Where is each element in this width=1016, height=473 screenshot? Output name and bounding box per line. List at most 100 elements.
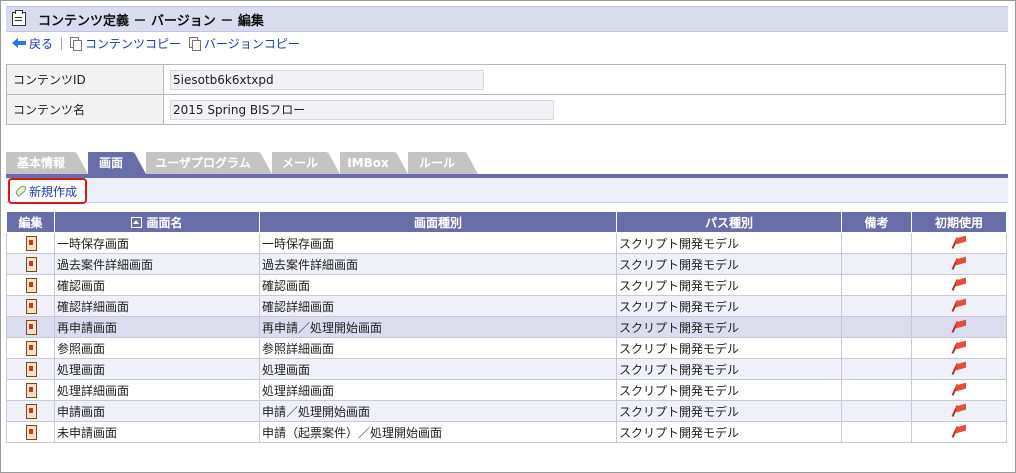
content-copy-label: コンテンツコピー [85,36,182,51]
page-title: コンテンツ定義 － バージョン － 編集 [38,13,264,29]
initial-use-cell [911,400,1007,422]
edit-cell[interactable] [6,253,55,275]
screen-name-cell: 処理画面 [54,358,260,380]
flag-icon [952,299,968,313]
screen-name-cell: 参照画面 [54,337,260,359]
edit-icon[interactable] [26,277,37,293]
screen-type-cell: 処理詳細画面 [259,379,617,401]
screen-type-cell: 参照詳細画面 [259,337,617,359]
flag-icon [952,425,968,439]
tab-imbox[interactable]: IMBox [340,152,408,174]
initial-use-cell [911,316,1007,338]
version-copy-link[interactable]: バージョンコピー [189,35,300,52]
screen-type-cell: 確認詳細画面 [259,295,617,317]
screen-type-cell: 再申請／処理開始画面 [259,316,617,338]
screen-type-cell: 申請（起票案件）／処理開始画面 [259,421,617,443]
title-bar: コンテンツ定義 － バージョン － 編集 [6,6,1008,32]
back-label: 戻る [29,36,54,51]
edit-cell[interactable] [6,421,55,443]
note-cell [841,295,912,317]
tab-bar: 基本情報 画面 ユーザプログラム メール IMBox ルール [6,148,1008,178]
version-copy-label: バージョンコピー [204,36,300,51]
tab-user-program[interactable]: ユーザプログラム [146,152,272,174]
col-edit: 編集 [6,211,55,233]
note-cell [841,400,912,422]
content-info-table: コンテンツID 5iesotb6k6xtxpd コンテンツ名 2015 Spri… [6,64,1006,125]
table-row: 処理詳細画面 処理詳細画面 スクリプト開発モデル [6,379,1007,401]
path-type-cell: スクリプト開発モデル [616,316,842,338]
edit-icon[interactable] [26,340,37,356]
edit-icon[interactable] [26,424,37,440]
path-type-cell: スクリプト開発モデル [616,295,842,317]
col-initial-use[interactable]: 初期使用 [911,211,1007,233]
col-screen-type[interactable]: 画面種別 [259,211,617,233]
tab-rule[interactable]: ルール [408,152,478,174]
initial-use-cell [911,274,1007,296]
screen-name-cell: 再申請画面 [54,316,260,338]
edit-icon[interactable] [26,403,37,419]
toolbar: 戻る コンテンツコピー バージョンコピー [6,31,1008,55]
sort-asc-icon[interactable] [131,216,143,228]
content-copy-link[interactable]: コンテンツコピー [70,35,181,52]
new-create-label: 新規作成 [29,184,78,199]
content-id-label: コンテンツID [6,64,164,95]
initial-use-cell [911,232,1007,254]
table-row: 処理画面 処理画面 スクリプト開発モデル [6,358,1007,380]
edit-cell[interactable] [6,400,55,422]
initial-use-cell [911,337,1007,359]
tab-screen[interactable]: 画面 [88,152,146,174]
col-screen-name[interactable]: 画面名 [54,211,260,233]
tab-basic-info[interactable]: 基本情報 [6,152,88,174]
flag-icon [952,278,968,292]
edit-icon[interactable] [26,382,37,398]
table-row: 確認画面 確認画面 スクリプト開発モデル [6,274,1007,296]
path-type-cell: スクリプト開発モデル [616,400,842,422]
path-type-cell: スクリプト開発モデル [616,232,842,254]
col-path-type[interactable]: パス種別 [616,211,842,233]
back-arrow-icon [12,38,26,48]
screen-type-cell: 一時保存画面 [259,232,617,254]
content-name-cell: 2015 Spring BISフロー [163,94,1006,125]
initial-use-cell [911,358,1007,380]
copy-icon [70,36,83,51]
table-row: 未申請画面 申請（起票案件）／処理開始画面 スクリプト開発モデル [6,421,1007,443]
flag-icon [952,320,968,334]
edit-cell[interactable] [6,337,55,359]
path-type-cell: スクリプト開発モデル [616,379,842,401]
edit-cell[interactable] [6,316,55,338]
col-note[interactable]: 備考 [841,211,912,233]
edit-icon[interactable] [26,361,37,377]
content-name-label: コンテンツ名 [6,94,164,125]
table-row: 申請画面 申請／処理開始画面 スクリプト開発モデル [6,400,1007,422]
edit-cell[interactable] [6,295,55,317]
edit-cell[interactable] [6,232,55,254]
edit-icon[interactable] [26,256,37,272]
screen-type-cell: 申請／処理開始画面 [259,400,617,422]
path-type-cell: スクリプト開発モデル [616,274,842,296]
note-cell [841,358,912,380]
flag-icon [952,362,968,376]
table-row: 過去案件詳細画面 過去案件詳細画面 スクリプト開発モデル [6,253,1007,275]
edit-icon[interactable] [26,235,37,251]
tab-mail[interactable]: メール [272,152,340,174]
path-type-cell: スクリプト開発モデル [616,253,842,275]
new-create-button[interactable]: 新規作成 [8,178,88,204]
edit-cell[interactable] [6,358,55,380]
back-link[interactable]: 戻る [6,35,53,52]
edit-icon[interactable] [26,319,37,335]
note-cell [841,316,912,338]
copy-icon [189,36,202,51]
edit-cell[interactable] [6,379,55,401]
note-cell [841,232,912,254]
screen-name-cell: 一時保存画面 [54,232,260,254]
note-cell [841,337,912,359]
screen-table: 編集 画面名 画面種別 パス種別 備考 初期使用 一時保存画面 一時保存画面 ス… [6,211,1007,443]
path-type-cell: スクリプト開発モデル [616,421,842,443]
flag-icon [952,236,968,250]
edit-icon[interactable] [26,298,37,314]
flag-icon [952,383,968,397]
flag-icon [952,404,968,418]
screen-name-cell: 確認詳細画面 [54,295,260,317]
screen-name-cell: 処理詳細画面 [54,379,260,401]
edit-cell[interactable] [6,274,55,296]
